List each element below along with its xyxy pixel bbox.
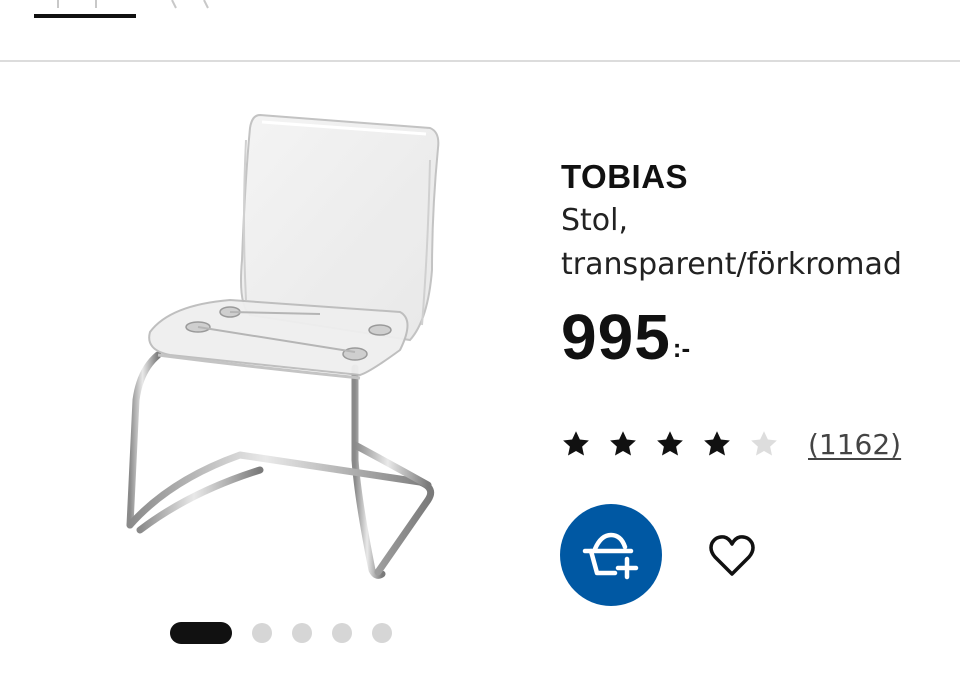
star-icon <box>704 431 730 456</box>
active-tab-indicator <box>34 14 136 18</box>
product-name: TOBIAS <box>561 158 689 195</box>
carousel-dot[interactable] <box>292 623 312 643</box>
favorite-button[interactable] <box>706 529 758 581</box>
star-empty-icon <box>751 431 777 456</box>
star-icon <box>657 431 683 456</box>
thumbnail-peek[interactable] <box>0 0 260 12</box>
price-value: 995 <box>561 301 671 373</box>
image-carousel-dots <box>170 622 392 644</box>
review-count-link[interactable]: (1162) <box>808 428 901 461</box>
price-suffix: :- <box>672 333 691 363</box>
carousel-dot[interactable] <box>372 623 392 643</box>
heart-icon <box>709 535 755 576</box>
add-to-cart-button[interactable] <box>560 504 662 606</box>
price: 995 :- <box>561 299 960 369</box>
divider <box>0 60 960 62</box>
product-description-line1: Stol, <box>561 203 629 238</box>
star-icon <box>563 431 589 456</box>
carousel-dot-active[interactable] <box>170 622 232 644</box>
carousel-dot[interactable] <box>332 623 352 643</box>
product-page: TOBIAS Stol, transparent/förkromad 995 :… <box>0 0 960 692</box>
star-icon <box>610 431 636 456</box>
carousel-dot[interactable] <box>252 623 272 643</box>
rating[interactable]: (1162) <box>561 424 901 464</box>
transparent-chair-image[interactable] <box>110 100 460 600</box>
thumbnail-strip <box>0 0 960 60</box>
product-description-line2: transparent/förkromad <box>561 247 902 282</box>
product-info: TOBIAS Stol, transparent/förkromad 995 :… <box>561 155 960 369</box>
add-to-cart-basket-icon <box>582 532 639 580</box>
